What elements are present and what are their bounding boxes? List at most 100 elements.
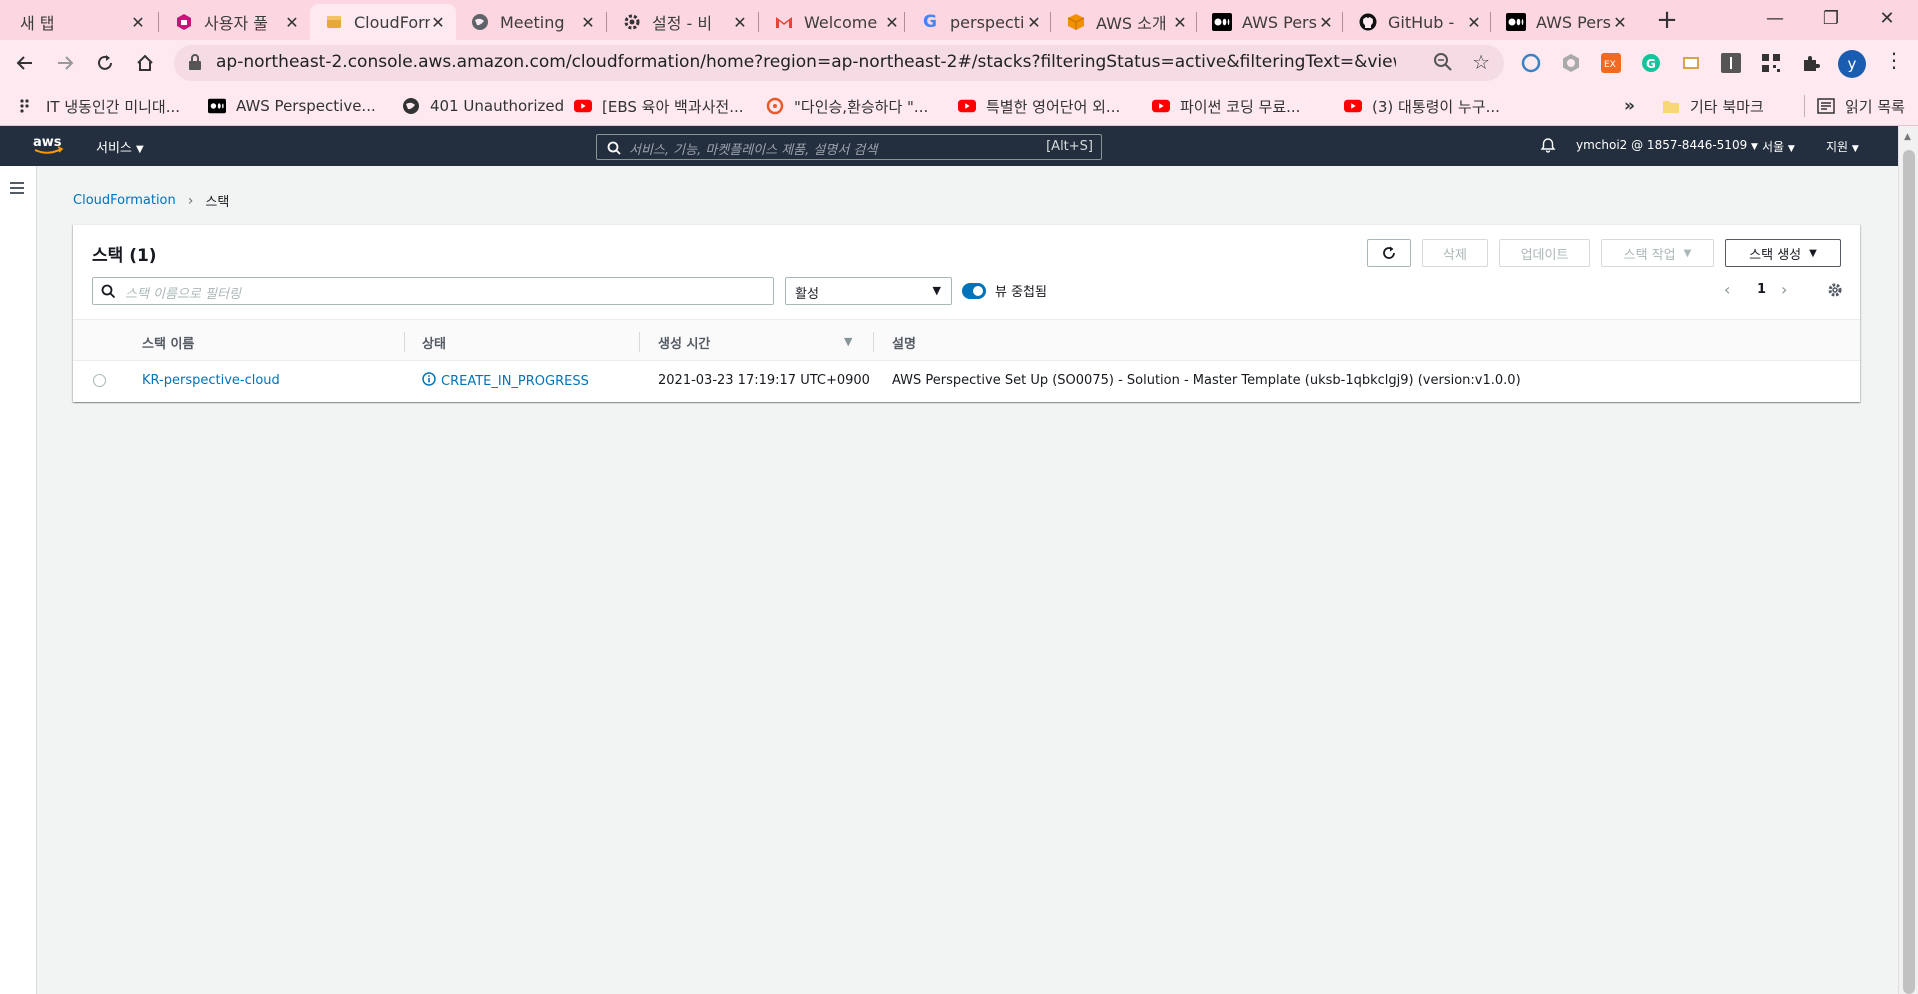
bell-icon[interactable]	[1540, 137, 1556, 157]
profile-avatar[interactable]: y	[1838, 50, 1866, 78]
forward-button[interactable]	[50, 48, 80, 78]
new-tab-button[interactable]: +	[1652, 6, 1682, 36]
extensions-puzzle-icon[interactable]	[1800, 52, 1822, 74]
hamburger-menu-icon[interactable]	[9, 180, 25, 199]
browser-tab[interactable]: G perspecti ✕	[906, 4, 1052, 40]
back-button[interactable]	[10, 48, 40, 78]
bookmark-label: 특별한 영어단어 외...	[986, 97, 1121, 116]
services-label: 서비스	[96, 141, 132, 156]
update-button[interactable]: 업데이트	[1499, 239, 1590, 267]
grammarly-icon[interactable]: G	[1640, 52, 1662, 74]
chevron-left-icon[interactable]: ‹	[1724, 280, 1730, 299]
scroll-up-icon[interactable]: ▲	[1904, 132, 1911, 142]
close-icon[interactable]: ✕	[1318, 13, 1334, 32]
bookmark-item[interactable]: 401 Unauthorized	[402, 95, 564, 117]
breadcrumb-cloudformation-link[interactable]: CloudFormation	[73, 193, 176, 208]
qr-code-icon[interactable]	[1760, 52, 1782, 74]
stack-description: AWS Perspective Set Up (SO0075) - Soluti…	[892, 373, 1521, 388]
bookmark-label: [EBS 육아 백과사전...	[602, 97, 744, 116]
reading-list-icon	[1817, 97, 1835, 115]
close-icon[interactable]: ✕	[884, 13, 900, 32]
create-stack-dropdown[interactable]: 스택 생성 ▼	[1725, 239, 1841, 267]
view-nested-toggle[interactable]	[962, 283, 986, 299]
bookmark-item[interactable]: (3) 대통령이 누구...	[1344, 95, 1500, 117]
support-menu[interactable]: 지원 ▼	[1826, 138, 1859, 155]
close-icon[interactable]: ✕	[1466, 13, 1482, 32]
column-header-stack-name[interactable]: 스택 이름	[142, 333, 194, 352]
bookmark-star-icon[interactable]: ☆	[1472, 50, 1490, 74]
region-menu[interactable]: 서울 ▼	[1762, 138, 1795, 155]
extension-ex-icon[interactable]: EX	[1600, 52, 1622, 74]
bookmark-item[interactable]: "다인승,환승하다 "...	[766, 95, 928, 117]
extension-circle-icon[interactable]	[1520, 52, 1542, 74]
extension-hex-icon[interactable]	[1560, 52, 1582, 74]
bookmark-item[interactable]: IT 냉동인간 미니대...	[18, 95, 180, 117]
status-filter-select[interactable]: 활성 ▼	[785, 277, 952, 305]
close-icon[interactable]: ✕	[580, 13, 596, 32]
tab-divider	[904, 12, 905, 32]
created-time: 2021-03-23 17:19:17 UTC+0900	[658, 373, 870, 388]
table-row[interactable]: KR-perspective-cloud CREATE_IN_PROGRESS …	[73, 361, 1860, 401]
restore-button[interactable]: ❐	[1808, 4, 1854, 34]
lock-icon	[188, 54, 202, 74]
column-header-status[interactable]: 상태	[422, 333, 446, 352]
bookmark-item[interactable]: [EBS 육아 백과사전...	[574, 95, 744, 117]
close-icon[interactable]: ✕	[430, 13, 446, 32]
browser-tab[interactable]: AWS Pers ✕	[1198, 4, 1344, 40]
browser-tab[interactable]: AWS Pers ✕	[1492, 4, 1638, 40]
delete-button[interactable]: 삭제	[1422, 239, 1488, 267]
bookmarks-overflow-button[interactable]: »	[1624, 95, 1635, 117]
bookmark-item[interactable]: AWS Perspective...	[208, 95, 376, 117]
extension-dark-icon[interactable]	[1720, 52, 1742, 74]
stack-actions-label: 스택 작업	[1623, 247, 1676, 263]
close-icon[interactable]: ✕	[1026, 13, 1042, 32]
address-bar[interactable]: ap-northeast-2.console.aws.amazon.com/cl…	[174, 45, 1504, 81]
region-label: 서울	[1762, 140, 1785, 154]
browser-tab[interactable]: 사용자 풀 ✕	[160, 4, 310, 40]
column-header-created-time[interactable]: 생성 시간	[658, 333, 710, 352]
bookmark-item[interactable]: 파이썬 코딩 무료...	[1152, 95, 1300, 117]
browser-tab[interactable]: 새 탭 ✕	[6, 4, 156, 40]
sort-descending-icon[interactable]: ▼	[844, 335, 852, 348]
zoom-icon[interactable]	[1432, 51, 1454, 77]
browser-tab[interactable]: GitHub - ✕	[1344, 4, 1492, 40]
close-icon[interactable]: ✕	[732, 13, 748, 32]
github-icon	[1358, 12, 1378, 32]
home-button[interactable]	[130, 48, 160, 78]
stack-name-link[interactable]: KR-perspective-cloud	[142, 373, 280, 388]
minimize-button[interactable]: —	[1752, 4, 1798, 34]
close-icon[interactable]: ✕	[130, 13, 146, 32]
close-icon[interactable]: ✕	[284, 13, 300, 32]
stack-name-filter-input[interactable]: 스택 이름으로 필터링	[92, 277, 774, 305]
browser-tab-active[interactable]: CloudForm ✕	[310, 4, 456, 40]
browser-tab[interactable]: Welcome ✕	[760, 4, 910, 40]
browser-tab[interactable]: 설정 - 비 ✕	[608, 4, 758, 40]
services-menu[interactable]: 서비스 ▼	[96, 137, 144, 156]
vertical-scrollbar[interactable]: ▲	[1898, 126, 1918, 994]
browser-toolbar: ap-northeast-2.console.aws.amazon.com/cl…	[0, 40, 1918, 86]
stack-actions-dropdown[interactable]: 스택 작업 ▼	[1601, 239, 1714, 267]
gear-icon[interactable]	[1827, 282, 1843, 302]
extension-window-icon[interactable]	[1680, 52, 1702, 74]
account-menu[interactable]: ymchoi2 @ 1857-8446-5109 ▼	[1576, 138, 1758, 152]
browser-tab[interactable]: AWS 소개 ✕	[1052, 4, 1198, 40]
other-bookmarks-folder[interactable]: 기타 북마크	[1662, 95, 1764, 117]
caret-down-icon: ▼	[1683, 247, 1692, 259]
bookmark-item[interactable]: 특별한 영어단어 외...	[958, 95, 1120, 117]
column-header-description[interactable]: 설명	[892, 333, 916, 352]
window-close-button[interactable]: ✕	[1864, 4, 1910, 34]
aws-logo-icon[interactable]: aws	[32, 134, 64, 160]
page-number[interactable]: 1	[1757, 282, 1766, 297]
reading-list-button[interactable]: 읽기 목록	[1804, 95, 1905, 117]
aws-search-input[interactable]: 서비스, 기능, 마켓플레이스 제품, 설명서 검색 [Alt+S]	[596, 134, 1102, 160]
menu-kebab-icon[interactable]: ⋮	[1884, 48, 1904, 72]
globe-icon	[402, 97, 420, 115]
row-select-radio[interactable]	[93, 374, 106, 387]
close-icon[interactable]: ✕	[1172, 13, 1188, 32]
scrollbar-thumb[interactable]	[1903, 150, 1915, 994]
close-icon[interactable]: ✕	[1612, 13, 1628, 32]
chevron-right-icon[interactable]: ›	[1781, 280, 1787, 299]
refresh-button[interactable]	[1367, 239, 1411, 267]
reload-button[interactable]	[90, 48, 120, 78]
browser-tab[interactable]: Meeting ✕	[456, 4, 606, 40]
